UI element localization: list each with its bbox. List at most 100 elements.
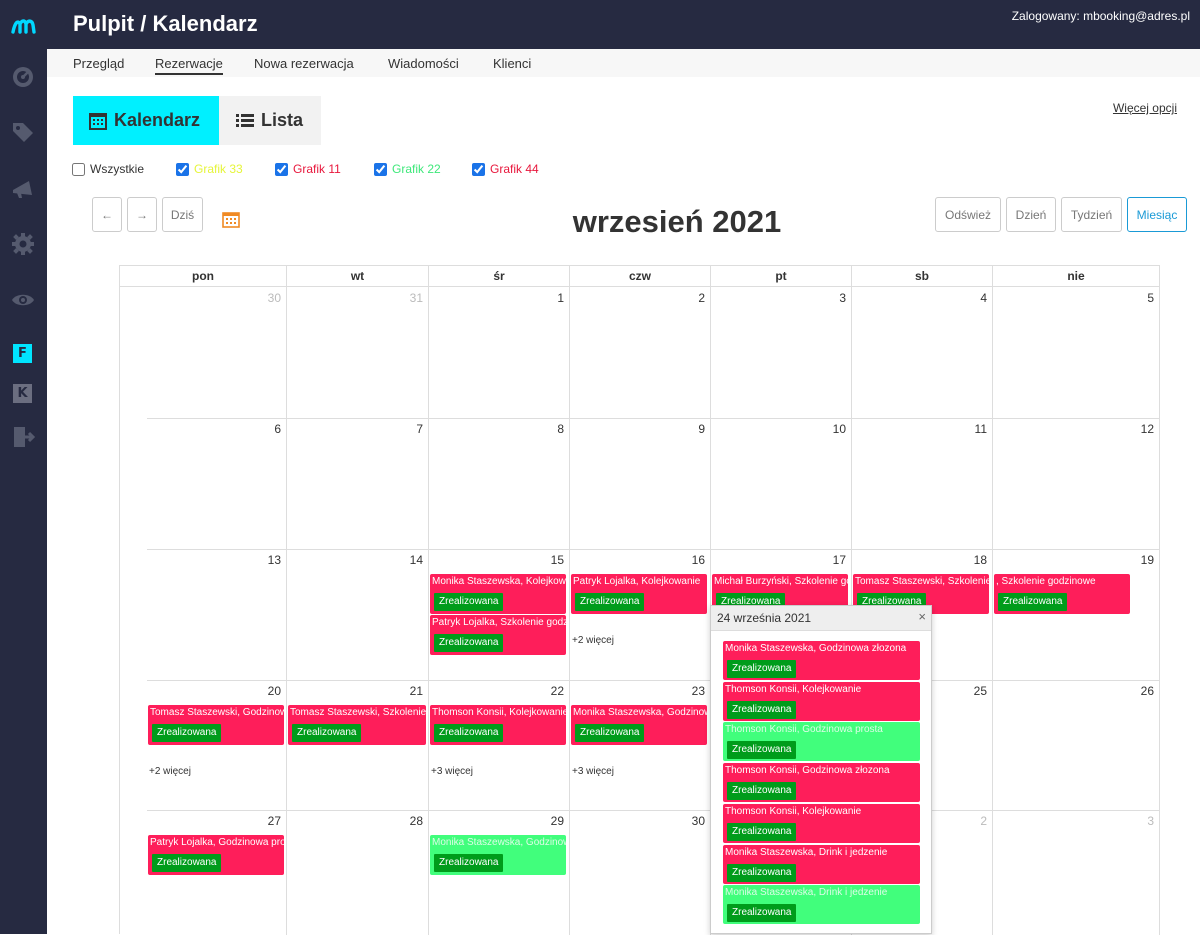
more-events-link[interactable]: +2 więcej (149, 766, 191, 777)
page-title: Pulpit / Kalendarz (73, 11, 258, 36)
week-view-button[interactable]: Tydzień (1061, 197, 1122, 232)
calendar-view-button[interactable]: Kalendarz (73, 96, 219, 145)
filter-all[interactable]: Wszystkie (72, 162, 144, 176)
tab-rezerwacje[interactable]: Rezerwacje (155, 56, 223, 75)
more-events-link[interactable]: +3 więcej (431, 766, 473, 777)
day-number[interactable]: 23 (675, 684, 705, 698)
popover-event[interactable]: Monika Staszewska, Godzinowa złozona Zrea… (723, 641, 920, 680)
day-number[interactable]: 9 (675, 422, 705, 436)
day-number[interactable]: 17 (816, 553, 846, 567)
day-number[interactable]: 27 (251, 814, 281, 828)
day-number[interactable]: 15 (534, 553, 564, 567)
filter-all-checkbox[interactable] (72, 162, 85, 176)
day-number[interactable]: 21 (393, 684, 423, 698)
event-title: Monika Staszewska, Drink i jedzenie (725, 846, 888, 858)
day-number[interactable]: 14 (393, 553, 423, 567)
day-number[interactable]: 4 (957, 291, 987, 305)
filter-grafik-33[interactable]: Grafik 33 (176, 162, 243, 176)
popover-event[interactable]: Monika Staszewska, Drink i jedzenie Zreal… (723, 885, 920, 925)
event-title: Thomson Konsii, Kolejkowanie (725, 805, 862, 817)
calendar-event[interactable]: Monika Staszewska, Kolejkowanie Zrealizow… (430, 574, 566, 614)
event-status-badge: Zrealizowana (727, 741, 797, 760)
tab-przeglad[interactable]: Przegląd (73, 56, 124, 71)
day-number[interactable]: 18 (957, 553, 987, 567)
day-number[interactable]: 6 (251, 422, 281, 436)
day-number[interactable]: 12 (1124, 422, 1154, 436)
sidebar-letter-k[interactable]: K (13, 384, 32, 403)
day-number[interactable]: 13 (251, 553, 281, 567)
day-number[interactable]: 22 (534, 684, 564, 698)
popover-event[interactable]: Thomson Konsii, Godzinowa prosta Zrealizo… (723, 722, 920, 762)
calendar-grid: pon wt śr czw pt sb nie 30 31 1 2 3 4 5 6 7 8 9 10 11 12 13 14… (119, 265, 1160, 935)
filter-grafik-22[interactable]: Grafik 22 (374, 162, 441, 176)
popover-event[interactable]: Thomson Konsii, Kolejkowanie Zrealizowana (723, 803, 920, 843)
day-view-button[interactable]: Dzień (1006, 197, 1056, 232)
calendar-event[interactable]: Tomasz Staszewski, Godzinowa prosta Zreal… (148, 705, 284, 745)
day-number[interactable]: 8 (534, 422, 564, 436)
calendar-event[interactable]: Patryk Lojalka, Kolejkowanie Zrealizowana (571, 574, 707, 614)
calendar-event[interactable]: Tomasz Staszewski, Szkolenie godzinowe Zr… (288, 705, 426, 745)
grid-line (147, 418, 1160, 419)
day-number[interactable]: 2 (675, 291, 705, 305)
refresh-button[interactable]: Odśwież (935, 197, 1001, 232)
more-options-link[interactable]: Więcej opcji (1113, 101, 1177, 115)
day-number[interactable]: 7 (393, 422, 423, 436)
day-number[interactable]: 26 (1124, 684, 1154, 698)
more-events-link[interactable]: +2 więcej (572, 635, 614, 646)
list-view-button[interactable]: Lista (219, 96, 321, 145)
more-events-link[interactable]: +3 więcej (572, 766, 614, 777)
grid-line (147, 680, 1160, 681)
calendar-event[interactable]: Patryk Lojalka, Godzinowa prosta Zrealizo… (148, 835, 284, 875)
megaphone-icon[interactable] (11, 176, 35, 200)
popover-event[interactable]: Thomson Konsii, Kolejkowanie Zrealizowana (723, 681, 920, 721)
day-number[interactable]: 30 (675, 814, 705, 828)
filter-grafik-44[interactable]: Grafik 44 (472, 162, 539, 176)
day-number[interactable]: 3 (1124, 814, 1154, 828)
day-number[interactable]: 3 (816, 291, 846, 305)
day-number[interactable]: 28 (393, 814, 423, 828)
calendar-view-label: Kalendarz (114, 110, 201, 130)
sidebar-letter-f[interactable]: F (13, 344, 32, 363)
filter-label: Grafik 11 (293, 162, 341, 176)
calendar-event[interactable]: Patryk Lojalka, Szkolenie godzinowe Zreal… (430, 615, 566, 655)
event-status-badge: Zrealizowana (292, 724, 362, 742)
filter-grafik-44-checkbox[interactable] (472, 162, 485, 176)
day-number[interactable]: 25 (957, 684, 987, 698)
tab-nowa-rezerwacja[interactable]: Nowa rezerwacja (254, 56, 354, 71)
day-number[interactable]: 1 (534, 291, 564, 305)
logout-icon[interactable] (11, 425, 35, 449)
tag-icon[interactable] (11, 120, 35, 144)
day-number[interactable]: 2 (957, 814, 987, 828)
day-number[interactable]: 5 (1124, 291, 1154, 305)
tab-wiadomosci[interactable]: Wiadomości (388, 56, 459, 71)
filter-grafik-11-checkbox[interactable] (275, 162, 288, 176)
filter-label: Grafik 33 (194, 162, 243, 176)
day-number[interactable]: 11 (957, 422, 987, 436)
eye-icon[interactable] (11, 288, 35, 312)
filter-grafik-11[interactable]: Grafik 11 (275, 162, 341, 176)
event-title: Patryk Lojalka, Kolejkowanie (573, 576, 701, 587)
month-view-button[interactable]: Miesiąc (1127, 197, 1187, 232)
tab-klienci[interactable]: Klienci (493, 56, 531, 71)
filter-grafik-22-checkbox[interactable] (374, 162, 387, 176)
calendar-event[interactable]: Monika Staszewska, Godzinowa prosta Zreal… (430, 835, 566, 875)
day-number[interactable]: 29 (534, 814, 564, 828)
logo-icon[interactable] (10, 12, 38, 40)
day-number[interactable]: 31 (393, 291, 423, 305)
day-number[interactable]: 20 (251, 684, 281, 698)
event-status-badge: Zrealizowana (727, 782, 797, 801)
day-number[interactable]: 30 (251, 291, 281, 305)
weekday-header: pon (120, 266, 287, 287)
filter-grafik-33-checkbox[interactable] (176, 162, 189, 176)
popover-event[interactable]: Monika Staszewska, Drink i jedzenie Zreal… (723, 844, 920, 884)
calendar-event[interactable]: , Szkolenie godzinowe Zrealizowana (994, 574, 1130, 614)
calendar-event[interactable]: Thomson Konsii, Kolejkowanie Zrealizowana (430, 705, 566, 745)
close-icon[interactable]: × (918, 609, 926, 624)
day-number[interactable]: 16 (675, 553, 705, 567)
dashboard-icon[interactable] (11, 65, 35, 89)
popover-event[interactable]: Thomson Konsii, Godzinowa złozona Zrealiz… (723, 763, 920, 803)
day-number[interactable]: 10 (816, 422, 846, 436)
event-title: Michał Burzyński, Szkolenie godzinowe (714, 576, 848, 587)
calendar-event[interactable]: Monika Staszewska, Godzinowa złozona Zrea… (571, 705, 707, 745)
day-number[interactable]: 19 (1124, 553, 1154, 567)
